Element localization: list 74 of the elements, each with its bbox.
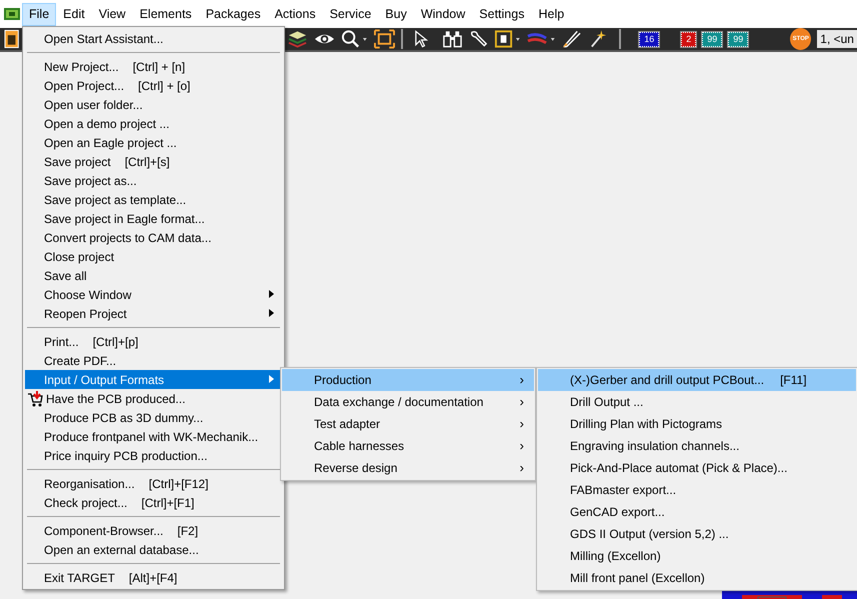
menu-item[interactable]: Engraving insulation channels... xyxy=(538,435,856,457)
menu-item[interactable]: Open an Eagle project ... xyxy=(25,133,282,152)
menu-item[interactable]: Print... [Ctrl]+[p] xyxy=(25,332,282,351)
menu-item[interactable]: Open a demo project ... xyxy=(25,114,282,133)
menu-item[interactable]: Choose Window xyxy=(25,285,282,304)
binoculars-icon[interactable] xyxy=(442,29,463,49)
menu-item[interactable]: New Project... [Ctrl] + [n] xyxy=(25,57,282,76)
menu-item[interactable]: View xyxy=(92,2,133,26)
menu-item[interactable]: Have the PCB produced... xyxy=(25,389,282,408)
menu-item[interactable]: Convert projects to CAM data... xyxy=(25,228,282,247)
layer-field[interactable]: 1, <un xyxy=(817,30,857,48)
menu-item[interactable]: Mill front panel (Excellon) xyxy=(538,567,856,589)
menu-item[interactable]: (X-)Gerber and drill output PCBout... [F11] xyxy=(538,369,856,391)
menu-item[interactable]: Save all xyxy=(25,266,282,285)
arrow-icon: › xyxy=(520,458,524,478)
menu-item[interactable]: Save project [Ctrl]+[s] xyxy=(25,152,282,171)
menu-item[interactable]: Settings xyxy=(472,2,532,26)
menu-item[interactable]: FABmaster export... xyxy=(538,479,856,501)
menu-item[interactable]: Price inquiry PCB production... xyxy=(25,446,282,465)
menu-item[interactable]: Produce PCB as 3D dummy... xyxy=(25,408,282,427)
menu-item[interactable]: Packages xyxy=(198,2,268,26)
menu-item[interactable]: Edit xyxy=(56,2,92,26)
menu-item[interactable]: Milling (Excellon) xyxy=(538,545,856,567)
menu-item[interactable]: Data exchange / documentation › xyxy=(282,391,534,413)
menu-item[interactable]: Help xyxy=(531,2,572,26)
menu-item[interactable]: Save project as template... xyxy=(25,190,282,209)
menu-item[interactable]: Drill Output ... xyxy=(538,391,856,413)
menu-item[interactable]: Create PDF... xyxy=(25,351,282,370)
menu-item[interactable]: GDS II Output (version 5,2) ... xyxy=(538,523,856,545)
zoom-icon[interactable] xyxy=(341,29,368,49)
pointer-icon[interactable] xyxy=(412,29,428,49)
arrow-icon: › xyxy=(520,436,524,456)
menu-item[interactable]: Close project xyxy=(25,247,282,266)
menu-item[interactable]: Service xyxy=(322,2,378,26)
menu-item[interactable]: Open user folder... xyxy=(25,95,282,114)
menu-item[interactable]: Component-Browser... [F2] xyxy=(25,521,282,540)
menu-item[interactable]: Cable harnesses › xyxy=(282,435,534,457)
menu-item[interactable]: Pick-And-Place automat (Pick & Place)... xyxy=(538,457,856,479)
menu-item[interactable]: Produce frontpanel with WK-Mechanik... xyxy=(25,427,282,446)
menu-item[interactable]: Drilling Plan with Pictograms xyxy=(538,413,856,435)
menu-item[interactable]: Reverse design › xyxy=(282,457,534,479)
menu-item[interactable]: Production › xyxy=(282,369,534,391)
menu-item[interactable]: Elements xyxy=(132,2,199,26)
menu-item[interactable]: Buy xyxy=(378,2,414,26)
layer-badge[interactable]: 2 xyxy=(681,32,696,46)
menu-item[interactable]: Save project as... xyxy=(25,171,282,190)
layers-icon[interactable] xyxy=(287,29,308,49)
menu-item[interactable]: Reorganisation... [Ctrl]+[F12] xyxy=(25,474,282,493)
menu-item[interactable]: Test adapter › xyxy=(282,413,534,435)
arrow-icon: › xyxy=(520,392,524,412)
menu-item[interactable]: Save project in Eagle format... xyxy=(25,209,282,228)
layer-badge[interactable]: 16 xyxy=(639,32,660,46)
arrow-icon: › xyxy=(520,370,524,390)
menu-item[interactable]: GenCAD export... xyxy=(538,501,856,523)
menu-item[interactable]: Open Start Assistant... xyxy=(25,29,282,48)
menu-item[interactable]: Input / Output Formats xyxy=(25,370,282,389)
wrench-icon[interactable] xyxy=(468,29,488,49)
component-icon[interactable] xyxy=(494,29,521,49)
menu-item[interactable]: Actions xyxy=(268,2,323,26)
app-icon xyxy=(4,8,20,20)
menu-item[interactable]: Exit TARGET [Alt]+[F4] xyxy=(25,568,282,587)
menu-item[interactable]: Check project... [Ctrl]+[F1] xyxy=(25,493,282,512)
menu-item[interactable]: Reopen Project xyxy=(25,304,282,323)
pen-icon[interactable] xyxy=(561,29,582,49)
fit-frame-icon[interactable] xyxy=(374,29,395,49)
menu-item[interactable]: Open Project... [Ctrl] + [o] xyxy=(25,76,282,95)
layer-badge[interactable]: 99 xyxy=(728,32,748,46)
layer-badge[interactable]: 99 xyxy=(702,32,722,46)
cart-icon xyxy=(27,390,44,406)
menu-item[interactable]: Window xyxy=(414,2,472,26)
arrow-icon: › xyxy=(520,414,524,434)
new-file-icon[interactable] xyxy=(4,29,20,49)
menu-item[interactable]: File xyxy=(22,2,56,26)
menu-item[interactable]: Open an external database... xyxy=(25,540,282,559)
